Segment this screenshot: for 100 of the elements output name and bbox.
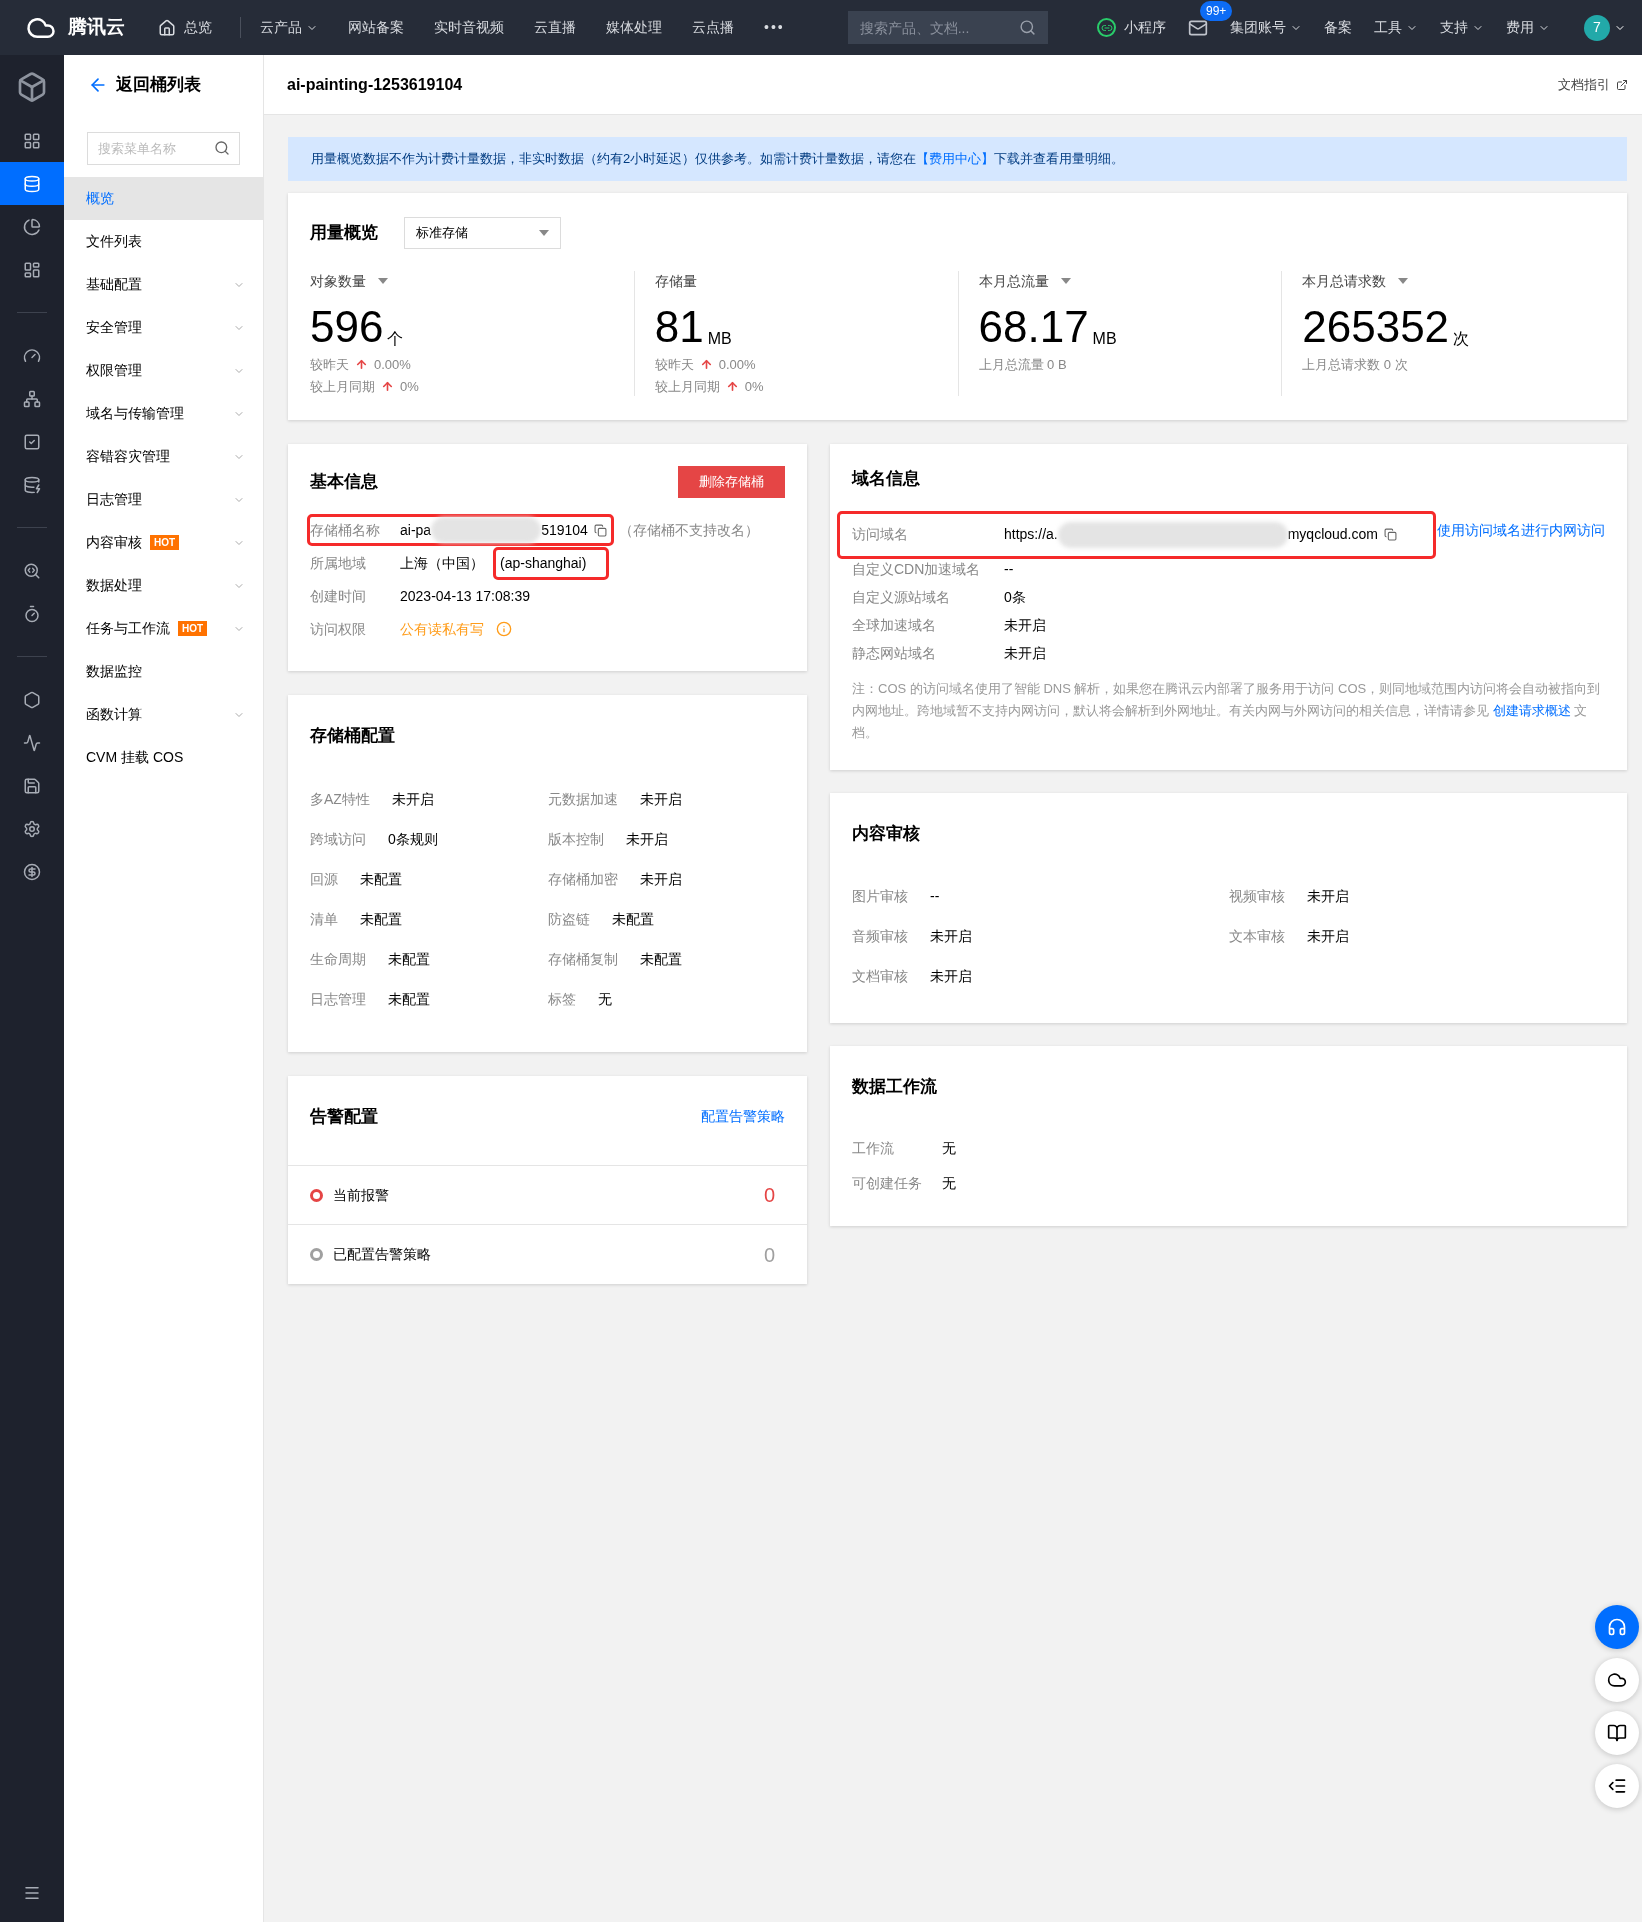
billing-center-link[interactable]: 【费用中心】 (916, 149, 995, 169)
field-label: 清单 (310, 909, 338, 929)
intranet-access-link[interactable]: 使用访问域名进行内网访问 (1437, 520, 1605, 541)
region-code: (ap-shanghai) (496, 549, 607, 577)
stat-label: 对象数量 (310, 271, 366, 291)
field-label: 存储桶名称 (310, 520, 381, 540)
nav-link[interactable]: 云产品 (245, 17, 333, 38)
menu-item[interactable]: 概览 (64, 177, 263, 220)
rail-icon (23, 260, 41, 279)
nav-link[interactable]: 费用 (1506, 17, 1550, 38)
nav-link[interactable]: 支持 (1440, 17, 1484, 38)
menu-item[interactable]: 文件列表 (64, 220, 263, 263)
field-label: 工作流 (852, 1138, 895, 1158)
menu-item[interactable]: 域名与传输管理 (64, 392, 263, 435)
menu-icon[interactable] (23, 1884, 41, 1902)
field-label: 文本审核 (1228, 927, 1285, 946)
field-value: 无 (942, 1138, 956, 1158)
menu-item[interactable]: 内容审核 HOT (64, 521, 263, 564)
brand-name: 腾讯云 (68, 15, 125, 40)
page-title: ai-painting-1253619104 (287, 74, 463, 95)
field-value: 未配置 (360, 909, 402, 929)
field-value: 未配置 (360, 869, 402, 889)
field-label: 全球加速域名 (852, 616, 937, 635)
unread-count: 99+ (1200, 0, 1233, 21)
dropdown-triangle-icon[interactable] (1398, 278, 1409, 284)
hot-badge: HOT (150, 535, 180, 550)
comparison-value: 0% (400, 377, 419, 396)
search-field[interactable]: 搜索产品、文档... (847, 11, 1048, 44)
nav-link[interactable]: 实时音视频 (419, 17, 519, 38)
docs-button[interactable] (1595, 1711, 1639, 1755)
nav-link[interactable]: 云点播 (677, 17, 749, 38)
alarm-label: 已配置告警策略 (333, 1245, 431, 1264)
field-label: 图片审核 (852, 887, 908, 906)
copy-icon[interactable] (1383, 528, 1397, 541)
field-label: 所属地域 (310, 553, 367, 573)
menu-item[interactable]: 安全管理 (64, 306, 263, 349)
field-value: 未配置 (639, 949, 682, 969)
rail-icon (23, 131, 41, 150)
menu-item[interactable]: CVM 挂载 COS (64, 736, 263, 779)
section-title: 数据工作流 (852, 1077, 937, 1096)
configure-alarm-link[interactable]: 配置告警策略 (701, 1105, 785, 1127)
delete-bucket-button[interactable]: 删除存储桶 (678, 466, 785, 498)
back-link[interactable]: 返回桶列表 (64, 55, 263, 115)
nav-link[interactable]: 媒体处理 (591, 17, 677, 38)
menu-item[interactable]: 函数计算 (64, 693, 263, 736)
nav-link[interactable]: ••• (749, 17, 800, 38)
cube-logo-icon (16, 71, 48, 103)
field-value: 未开启 (391, 789, 434, 809)
domain-start: https://a. (1004, 525, 1058, 544)
menu-search-field[interactable]: 搜索菜单名称 (87, 132, 240, 165)
request-overview-link[interactable]: 创建请求概述 (1492, 702, 1571, 718)
menu-item[interactable]: 数据监控 (64, 650, 263, 693)
field-value: 未开启 (1004, 644, 1046, 663)
nav-link[interactable]: 云直播 (519, 17, 591, 38)
field-label: 访问权限 (310, 619, 367, 639)
nav-link[interactable]: 网站备案 (333, 17, 419, 38)
nav-link[interactable]: 工具 (1374, 17, 1418, 38)
comparison-value: 0% (744, 377, 764, 396)
doc-guide-link[interactable]: 文档指引 (1558, 74, 1628, 95)
comparison-value: 0.00% (374, 356, 411, 374)
field-label: 自定义源站域名 (852, 588, 951, 607)
menu-item[interactable]: 数据处理 (64, 564, 263, 607)
field-label: 音频审核 (852, 927, 908, 946)
field-value: 未配置 (611, 909, 654, 929)
field-label: 自定义CDN加速域名 (852, 560, 982, 579)
dropdown-triangle-icon[interactable] (1060, 278, 1071, 284)
cloud-button[interactable] (1595, 1658, 1639, 1702)
up-arrow-icon (725, 379, 739, 393)
section-title: 告警配置 (310, 1105, 378, 1128)
field-label: 回源 (310, 869, 338, 889)
stat-value: 596 (310, 305, 384, 349)
search-icon (214, 140, 230, 156)
storage-class-select[interactable]: 标准存储 (404, 217, 561, 249)
book-icon (1607, 1723, 1627, 1743)
menu-item[interactable]: 权限管理 (64, 349, 263, 392)
field-label: 创建时间 (310, 586, 367, 606)
dropdown-triangle-icon (539, 230, 549, 236)
menu-item[interactable]: 基础配置 (64, 263, 263, 306)
rail-icon (23, 174, 41, 193)
nav-link[interactable]: 小程序 (1097, 17, 1166, 38)
external-link-icon (1616, 78, 1628, 91)
stat-value: 81 (654, 305, 704, 349)
search-icon (1018, 19, 1036, 36)
outline-button[interactable] (1595, 1764, 1639, 1808)
menu-item[interactable]: 容错容灾管理 (64, 435, 263, 478)
field-value: 未开启 (930, 927, 972, 946)
support-chat-button[interactable] (1595, 1605, 1639, 1649)
dropdown-triangle-icon[interactable] (378, 278, 388, 284)
menu-item[interactable]: 日志管理 (64, 478, 263, 521)
nav-link[interactable]: 总览 (150, 17, 220, 38)
stat-label: 本月总请求数 (1302, 271, 1387, 291)
section-title: 基本信息 (310, 471, 378, 494)
nav-link[interactable]: 集团账号 (1230, 17, 1302, 38)
bucket-name-end: 519104 (541, 520, 588, 540)
copy-icon[interactable] (593, 523, 607, 537)
menu-item[interactable]: 任务与工作流 HOT (64, 607, 263, 650)
rail-icon-button[interactable] (0, 162, 64, 205)
rail-icon (23, 217, 41, 236)
field-value: 未开启 (1306, 927, 1349, 946)
nav-link[interactable]: 备案 (1324, 17, 1352, 38)
